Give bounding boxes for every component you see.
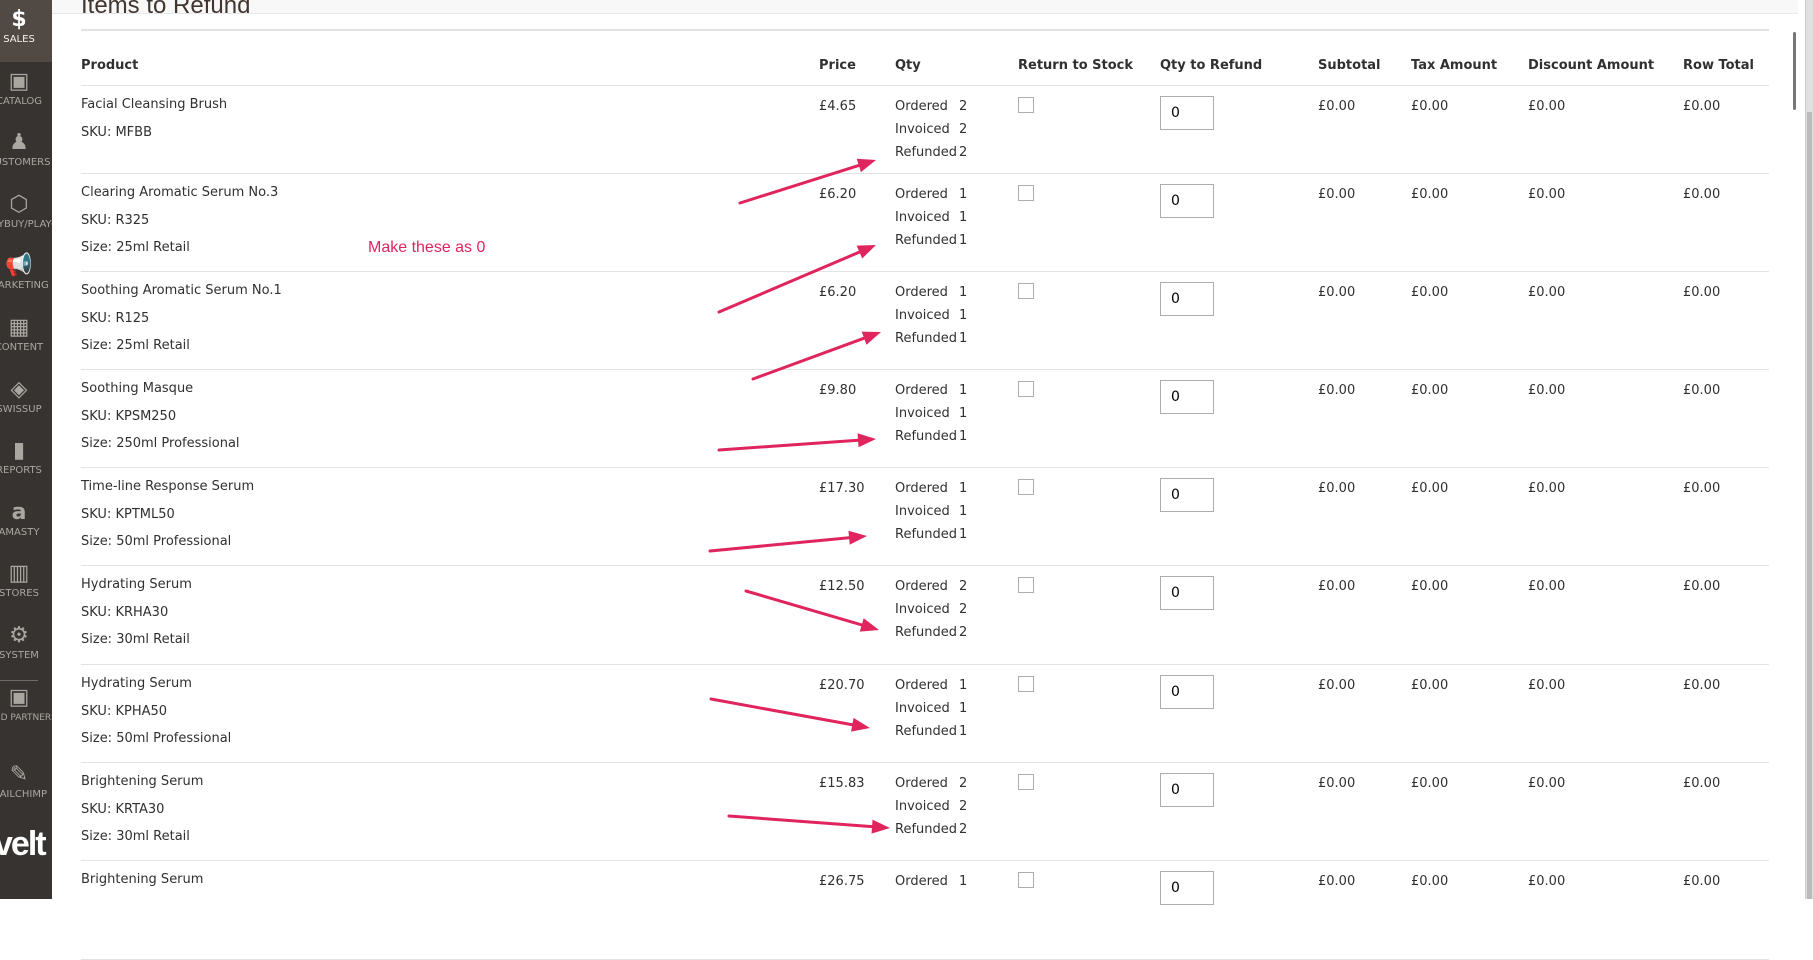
annotation-arrow (744, 589, 879, 632)
page-scrollbar-thumb[interactable] (1807, 112, 1812, 899)
annotation-arrows (708, 158, 890, 834)
annotation-text: Make these as 0 (368, 239, 486, 256)
annotation-arrow (717, 245, 876, 314)
annotation-arrow (738, 158, 876, 205)
annotation-arrow (717, 433, 876, 452)
annotation-arrow (709, 697, 870, 732)
table-scrollbar[interactable] (1793, 32, 1796, 110)
annotation-arrow (727, 814, 890, 834)
page-scrollbar[interactable] (1805, 0, 1813, 899)
annotation-arrow (708, 530, 867, 553)
annotation-arrow (751, 331, 881, 381)
